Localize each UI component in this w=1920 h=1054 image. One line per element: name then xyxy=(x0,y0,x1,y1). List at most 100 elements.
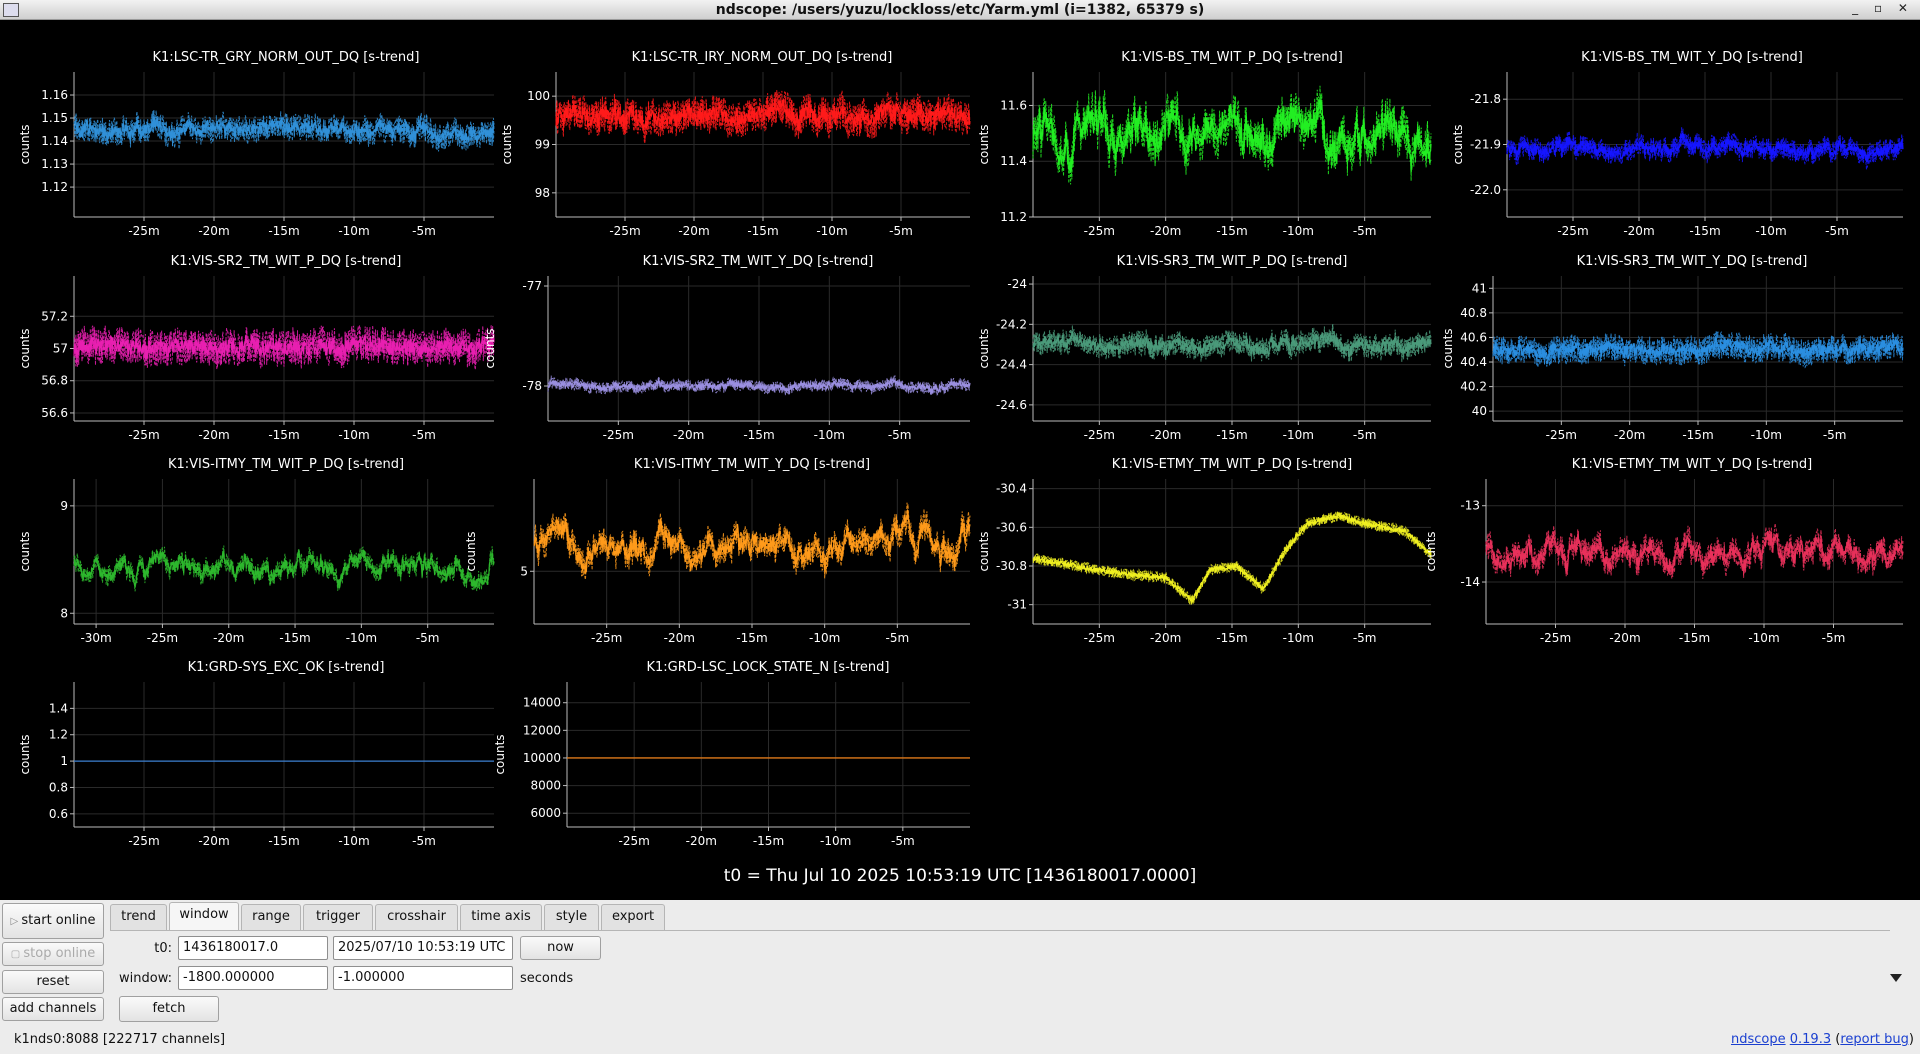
tab-time-axis[interactable]: time axis xyxy=(460,904,542,930)
tab-style[interactable]: style xyxy=(544,904,599,930)
x-tick-label: -25m xyxy=(591,631,622,645)
y-axis-label: counts xyxy=(1441,328,1455,368)
x-tick-label: -10m xyxy=(816,224,847,238)
y-axis-label: counts xyxy=(1451,124,1465,164)
y-tick-label: 1.4 xyxy=(49,701,68,715)
y-tick-label: 1 xyxy=(60,754,68,768)
tab-export[interactable]: export xyxy=(601,904,665,930)
y-tick-label: -24 xyxy=(1007,277,1027,291)
plot-title: K1:LSC-TR_IRY_NORM_OUT_DQ [s-trend] xyxy=(632,50,893,65)
x-tick-label: -25m xyxy=(1540,631,1571,645)
plot-6: K1:VIS-SR3_TM_WIT_P_DQ [s-trend] counts -2… xyxy=(977,254,1432,442)
x-tick-label: -15m xyxy=(1216,631,1247,645)
ndscope-link[interactable]: ndscope xyxy=(1731,1032,1786,1047)
y-tick-label: 14000 xyxy=(523,696,561,710)
y-tick-label: 5 xyxy=(520,564,528,578)
x-tick-label: -15m xyxy=(1682,428,1713,442)
x-tick-label: -15m xyxy=(279,631,310,645)
tab-trigger[interactable]: trigger xyxy=(303,904,373,930)
y-tick-label: -21.9 xyxy=(1470,138,1501,152)
t0-gps-input[interactable]: 1436180017.0 xyxy=(178,936,328,960)
version-info: ndscope 0.19.3 (report bug) xyxy=(1730,1032,1914,1047)
x-tick-label: -25m xyxy=(1557,224,1588,238)
x-tick-label: -5m xyxy=(1823,428,1847,442)
y-tick-label: 57.2 xyxy=(41,309,68,323)
x-tick-label: -10m xyxy=(338,834,369,848)
plot-0: K1:LSC-TR_GRY_NORM_OUT_DQ [s-trend] count… xyxy=(18,50,495,238)
x-tick-label: -15m xyxy=(1216,224,1247,238)
y-tick-label: -31 xyxy=(1007,598,1027,612)
x-tick-label: -20m xyxy=(213,631,244,645)
x-tick-label: -10m xyxy=(809,631,840,645)
version-link[interactable]: 0.19.3 xyxy=(1790,1032,1831,1047)
y-tick-label: 1.12 xyxy=(41,180,68,194)
now-button[interactable]: now xyxy=(520,936,601,960)
tab-divider xyxy=(110,930,1890,931)
tab-crosshair[interactable]: crosshair xyxy=(375,904,458,930)
tab-trend[interactable]: trend xyxy=(110,904,167,930)
x-tick-label: -10m xyxy=(1283,224,1314,238)
x-tick-label: -15m xyxy=(1679,631,1710,645)
add-channels-button[interactable]: add channels xyxy=(2,997,104,1021)
x-tick-label: -10m xyxy=(1748,631,1779,645)
y-tick-label: 100 xyxy=(527,89,550,103)
x-tick-label: -5m xyxy=(412,834,436,848)
y-tick-label: 99 xyxy=(535,138,550,152)
x-tick-label: -5m xyxy=(1825,224,1849,238)
x-tick-label: -10m xyxy=(346,631,377,645)
x-tick-label: -5m xyxy=(1353,428,1377,442)
plot-area[interactable]: K1:LSC-TR_GRY_NORM_OUT_DQ [s-trend] count… xyxy=(2,22,1918,900)
plot-2: K1:VIS-BS_TM_WIT_P_DQ [s-trend] counts -25… xyxy=(977,50,1432,238)
plot-5: K1:VIS-SR2_TM_WIT_Y_DQ [s-trend] counts -2… xyxy=(483,254,971,442)
y-axis-label: counts xyxy=(18,328,32,368)
y-tick-label: -24.6 xyxy=(996,398,1027,412)
x-tick-label: -25m xyxy=(1084,631,1115,645)
fetch-button[interactable]: fetch xyxy=(119,996,219,1022)
y-tick-label: -24.4 xyxy=(996,358,1027,372)
plot-11: K1:VIS-ETMY_TM_WIT_Y_DQ [s-trend] counts -… xyxy=(1424,457,1904,645)
y-axis-label: counts xyxy=(18,734,32,774)
y-tick-label: 10000 xyxy=(523,751,561,765)
x-tick-label: -5m xyxy=(886,631,910,645)
plots-canvas[interactable]: K1:LSC-TR_GRY_NORM_OUT_DQ [s-trend] count… xyxy=(2,22,1918,900)
report-bug-link[interactable]: report bug xyxy=(1840,1032,1909,1047)
t0-utc-input[interactable]: 2025/07/10 10:53:19 UTC xyxy=(333,936,513,960)
reset-button[interactable]: reset xyxy=(2,970,104,994)
t0-readout: t0 = Thu Jul 10 2025 10:53:19 UTC [14361… xyxy=(723,866,1197,886)
y-tick-label: 11.4 xyxy=(1000,154,1027,168)
x-tick-label: -5m xyxy=(888,428,912,442)
x-tick-label: -5m xyxy=(889,224,913,238)
tab-window[interactable]: window xyxy=(169,902,239,930)
x-tick-label: -15m xyxy=(743,428,774,442)
plot-title: K1:GRD-SYS_EXC_OK [s-trend] xyxy=(188,660,385,675)
plot-3: K1:VIS-BS_TM_WIT_Y_DQ [s-trend] counts -25… xyxy=(1451,50,1904,238)
x-tick-label: -20m xyxy=(1623,224,1654,238)
x-tick-label: -25m xyxy=(128,224,159,238)
tab-range[interactable]: range xyxy=(241,904,301,930)
plot-4: K1:VIS-SR2_TM_WIT_P_DQ [s-trend] counts -2… xyxy=(18,254,495,442)
y-tick-label: 1.13 xyxy=(41,157,68,171)
y-tick-label: 6000 xyxy=(530,806,561,820)
window-start-input[interactable]: -1800.000000 xyxy=(178,966,328,990)
window-buttons[interactable]: _ ▫ ✕ xyxy=(1852,1,1914,15)
x-tick-label: -25m xyxy=(128,834,159,848)
x-tick-label: -20m xyxy=(198,834,229,848)
y-tick-label: 40 xyxy=(1472,404,1487,418)
y-tick-label: -77 xyxy=(522,279,542,293)
stop-icon: ▢ xyxy=(10,949,24,960)
y-axis-label: counts xyxy=(493,734,507,774)
y-tick-label: 57 xyxy=(53,342,68,356)
y-axis-label: counts xyxy=(464,531,478,571)
x-tick-label: -15m xyxy=(268,428,299,442)
window-end-input[interactable]: -1.000000 xyxy=(333,966,513,990)
x-tick-label: -25m xyxy=(603,428,634,442)
panel-collapse-arrow-icon[interactable] xyxy=(1890,974,1902,982)
plot-title: K1:VIS-SR3_TM_WIT_Y_DQ [s-trend] xyxy=(1577,254,1808,269)
x-tick-label: -25m xyxy=(1084,224,1115,238)
y-tick-label: 11.2 xyxy=(1000,210,1027,224)
y-axis-label: counts xyxy=(500,124,514,164)
start-online-button[interactable]: ▷ start online xyxy=(2,903,104,939)
x-tick-label: -20m xyxy=(673,428,704,442)
stop-online-button[interactable]: ▢ stop online xyxy=(2,942,104,966)
x-tick-label: -5m xyxy=(416,631,440,645)
